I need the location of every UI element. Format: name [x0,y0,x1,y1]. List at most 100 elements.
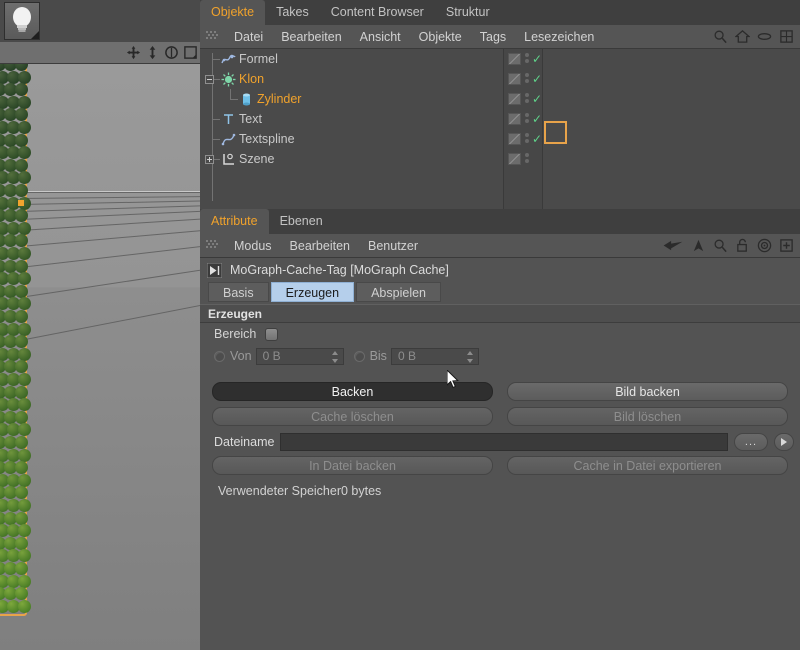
object-row[interactable]: Szene [200,149,306,169]
enable-toggle[interactable] [508,93,521,105]
up-arrow-icon[interactable] [691,238,706,253]
bild-loeschen-button[interactable]: Bild löschen [507,407,788,426]
eye-icon[interactable] [757,29,772,44]
subtab-basis[interactable]: Basis [208,282,269,302]
subtab-basis-label: Basis [223,286,254,300]
unlock-icon[interactable] [735,238,750,253]
cache-exportieren-button[interactable]: Cache in Datei exportieren [507,456,788,475]
scale-icon[interactable] [145,45,160,60]
grip-handle-icon[interactable] [206,240,219,251]
bis-input[interactable]: 0 B [391,348,479,365]
attribute-manager-menubar[interactable]: Modus Bearbeiten Benutzer [200,234,800,258]
tab-takes[interactable]: Takes [265,0,320,25]
home-icon[interactable] [735,29,750,44]
enable-toggle[interactable] [508,113,521,125]
object-row[interactable]: Formel [200,49,306,69]
plus-icon[interactable] [779,238,794,253]
tab-content-browser[interactable]: Content Browser [320,0,435,25]
menu-lesezeichen[interactable]: Lesezeichen [515,25,603,49]
visibility-row[interactable]: ✓ [504,109,542,129]
visibility-dots[interactable] [525,93,529,105]
clone-instance [18,121,31,134]
bis-spinner[interactable] [467,351,474,363]
enable-toggle[interactable] [508,73,521,85]
bereich-checkbox[interactable] [265,328,278,341]
von-input[interactable]: 0 B [256,348,344,365]
clone-instance [15,108,28,121]
bis-animate-icon[interactable] [354,351,365,362]
rotate-icon[interactable] [164,45,179,60]
cloner-object[interactable] [0,64,27,616]
object-row[interactable]: Klon [200,69,306,89]
in-datei-backen-button[interactable]: In Datei backen [212,456,493,475]
tab-attribute[interactable]: Attribute [200,209,269,234]
enable-toggle[interactable] [508,153,521,165]
von-animate-icon[interactable] [214,351,225,362]
cache-loeschen-button[interactable]: Cache löschen [212,407,493,426]
object-row[interactable]: Zylinder [200,89,306,109]
attribute-manager-tabstrip[interactable]: Attribute Ebenen [200,209,800,234]
von-spinner[interactable] [332,351,339,363]
grid-line [20,267,200,298]
menu-ansicht-label: Ansicht [360,30,401,44]
tab-objekte[interactable]: Objekte [200,0,265,25]
dateiname-input[interactable] [280,433,728,451]
lightbulb-icon[interactable] [4,2,40,40]
object-row[interactable]: Textspline [200,129,306,149]
object-tree[interactable]: FormelKlonZylinderTextTextsplineSzene [200,49,306,209]
menu-datei[interactable]: Datei [225,25,272,49]
object-manager-body[interactable]: FormelKlonZylinderTextTextsplineSzene ✓✓… [200,49,800,209]
subtab-abspielen[interactable]: Abspielen [356,282,441,302]
menu-benutzer[interactable]: Benutzer [359,234,427,258]
tag-column[interactable] [544,49,800,209]
tab-struktur[interactable]: Struktur [435,0,501,25]
subtab-erzeugen[interactable]: Erzeugen [271,282,355,302]
visibility-dots[interactable] [525,73,529,85]
menu-objekte[interactable]: Objekte [410,25,471,49]
grip-handle-icon[interactable] [206,31,219,42]
menu-modus[interactable]: Modus [225,234,281,258]
camera-icon[interactable] [183,45,198,60]
viewport-scene[interactable] [0,64,200,650]
grid-icon[interactable] [779,29,794,44]
expand-icon[interactable] [205,155,214,164]
attribute-subtabs[interactable]: Basis Erzeugen Abspielen [200,282,800,304]
menu-tags[interactable]: Tags [471,25,515,49]
viewport-nav-icons[interactable] [122,44,198,60]
visibility-dots[interactable] [525,133,529,145]
bild-backen-button[interactable]: Bild backen [507,382,788,401]
browse-button[interactable]: ... [734,433,768,451]
viewport-panel[interactable] [0,0,200,650]
search-icon[interactable] [713,29,728,44]
backen-button[interactable]: Backen [212,382,493,401]
object-manager-tabstrip[interactable]: Objekte Takes Content Browser Struktur [200,0,800,25]
visibility-dots[interactable] [525,113,529,125]
visibility-row[interactable]: ✓ [504,129,542,149]
visibility-row[interactable]: ✓ [504,69,542,89]
move-icon[interactable] [126,45,141,60]
menu-am-bearbeiten[interactable]: Bearbeiten [281,234,359,258]
visibility-row[interactable]: ✓ [504,49,542,69]
menu-benutzer-label: Benutzer [368,239,418,253]
clone-instance [18,348,31,361]
enable-toggle[interactable] [508,133,521,145]
menu-ansicht[interactable]: Ansicht [351,25,410,49]
visibility-row[interactable]: ✓ [504,89,542,109]
cloner-icon [221,72,236,87]
menu-modus-label: Modus [234,239,272,253]
tab-ebenen[interactable]: Ebenen [269,209,334,234]
visibility-dots[interactable] [525,53,529,65]
back-arrow-icon[interactable] [662,238,684,253]
target-icon[interactable] [757,238,772,253]
clone-instance [18,272,31,285]
object-row[interactable]: Text [200,109,306,129]
search-icon[interactable] [713,238,728,253]
menu-bearbeiten[interactable]: Bearbeiten [272,25,350,49]
enable-toggle[interactable] [508,53,521,65]
visibility-column[interactable]: ✓✓✓✓✓ [503,49,543,209]
collapse-icon[interactable] [205,75,214,84]
visibility-row[interactable] [504,149,542,169]
object-manager-menubar[interactable]: Datei Bearbeiten Ansicht Objekte Tags Le… [200,25,800,49]
play-arrow-icon[interactable] [774,433,794,451]
visibility-dots[interactable] [525,153,529,165]
